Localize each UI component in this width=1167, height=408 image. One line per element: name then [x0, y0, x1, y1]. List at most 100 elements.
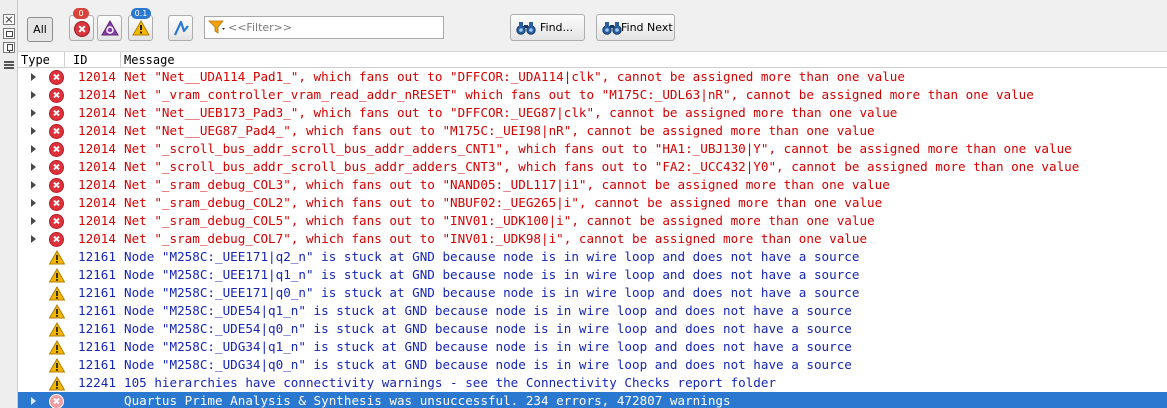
warning-filter-button[interactable]: 0.1	[128, 8, 153, 41]
message-row[interactable]: 12014 Net "_scroll_bus_addr_scroll_bus_ad…	[18, 140, 1167, 158]
expand-arrow-icon[interactable]	[31, 199, 36, 207]
message-id: 12014	[78, 195, 116, 210]
message-row[interactable]: 12161 Node "M258C:_UEE171|q0_n" is stuck …	[18, 284, 1167, 302]
message-text: Net "_sram_debug_COL3", which fans out t…	[124, 177, 890, 192]
close-icon[interactable]	[3, 14, 15, 25]
warning-icon	[49, 304, 65, 319]
error-icon	[49, 214, 64, 229]
expand-arrow-icon[interactable]	[31, 91, 36, 99]
warning-icon	[49, 268, 65, 283]
pin-icon[interactable]	[3, 42, 15, 53]
message-text: Node "M258C:_UEE171|q2_n" is stuck at GN…	[124, 249, 860, 264]
filter-funnel-icon[interactable]	[208, 20, 226, 35]
binoculars-icon	[516, 22, 536, 35]
find-button-label: Find...	[540, 21, 574, 34]
message-id: 12014	[78, 177, 116, 192]
error-icon	[49, 178, 64, 193]
expand-arrow-icon[interactable]	[31, 397, 36, 405]
expand-arrow-icon[interactable]	[31, 217, 36, 225]
expand-arrow-icon[interactable]	[31, 145, 36, 153]
message-row[interactable]: 12014 Net "_vram_controller_vram_read_add…	[18, 86, 1167, 104]
critical-warning-filter-button[interactable]	[97, 15, 122, 41]
message-row[interactable]: 12014 Net "_sram_debug_COL7", which fans …	[18, 230, 1167, 248]
message-id: 12161	[78, 267, 116, 282]
binoculars-icon	[602, 22, 622, 35]
column-header-id[interactable]: ID	[65, 52, 121, 67]
message-row[interactable]: Quartus Prime Analysis & Synthesis was u…	[18, 392, 1167, 408]
warning-icon	[132, 20, 150, 36]
expand-arrow-icon[interactable]	[31, 235, 36, 243]
error-icon	[49, 106, 64, 121]
warning-icon	[49, 286, 65, 301]
filter-field[interactable]	[204, 16, 444, 39]
warning-count-badge: 0.1	[131, 8, 151, 19]
message-row[interactable]: 12014 Net "_sram_debug_COL3", which fans …	[18, 176, 1167, 194]
message-id: 12161	[78, 357, 116, 372]
column-header-message[interactable]: Message	[121, 52, 1167, 67]
error-icon	[49, 88, 64, 103]
error-icon	[49, 70, 64, 85]
message-row[interactable]: 12161 Node "M258C:_UEE171|q1_n" is stuck …	[18, 266, 1167, 284]
float-icon[interactable]	[3, 28, 15, 39]
error-icon	[49, 142, 64, 157]
expand-arrow-icon[interactable]	[31, 127, 36, 135]
message-id: 12014	[78, 141, 116, 156]
messages-toolbar: All 0 0.1 <<Filter>> Find... Find Next	[18, 0, 1167, 52]
warning-icon	[49, 358, 65, 373]
message-text: Net "_sram_debug_COL2", which fans out t…	[124, 195, 883, 210]
all-messages-button[interactable]: All	[27, 17, 53, 42]
message-text: Net "_sram_debug_COL5", which fans out t…	[124, 213, 875, 228]
message-row[interactable]: 12014 Net "_scroll_bus_addr_scroll_bus_ad…	[18, 158, 1167, 176]
message-id: 12014	[78, 159, 116, 174]
critical-warning-icon	[101, 20, 119, 36]
warning-icon	[49, 376, 65, 391]
error-icon	[49, 196, 64, 211]
message-text: Net "_scroll_bus_addr_scroll_bus_addr_ad…	[124, 159, 1080, 174]
message-row[interactable]: 12161 Node "M258C:_UDG34|q0_n" is stuck a…	[18, 356, 1167, 374]
message-text: Quartus Prime Analysis & Synthesis was u…	[124, 393, 731, 408]
table-header: Type ID Message	[18, 52, 1167, 68]
message-row[interactable]: 12014 Net "Net__UEB173_Pad3_", which fans…	[18, 104, 1167, 122]
side-panel-strip	[0, 0, 18, 408]
message-id: 12161	[78, 285, 116, 300]
message-row[interactable]: 12161 Node "M258C:_UDE54|q1_n" is stuck a…	[18, 302, 1167, 320]
message-text: Net "_scroll_bus_addr_scroll_bus_addr_ad…	[124, 141, 1072, 156]
error-icon	[49, 160, 64, 175]
expand-arrow-icon[interactable]	[31, 109, 36, 117]
message-text: Node "M258C:_UDE54|q1_n" is stuck at GND…	[124, 303, 852, 318]
message-id: 12014	[78, 123, 116, 138]
message-id: 12241	[78, 375, 116, 390]
message-row[interactable]: 12161 Node "M258C:_UEE171|q2_n" is stuck …	[18, 248, 1167, 266]
message-row[interactable]: 12241 105 hierarchies have connectivity w…	[18, 374, 1167, 392]
message-id: 12014	[78, 231, 116, 246]
error-icon	[49, 394, 64, 408]
message-row[interactable]: 12014 Net "Net__UDA114_Pad1_", which fans…	[18, 68, 1167, 86]
find-next-button[interactable]: Find Next	[596, 14, 675, 41]
error-icon	[49, 232, 64, 247]
message-row[interactable]: 12014 Net "_sram_debug_COL2", which fans …	[18, 194, 1167, 212]
message-text: Net "Net__UEG87_Pad4_", which fans out t…	[124, 123, 875, 138]
message-id: 12014	[78, 213, 116, 228]
warning-icon	[49, 340, 65, 355]
message-row[interactable]: 12161 Node "M258C:_UDG34|q1_n" is stuck a…	[18, 338, 1167, 356]
column-header-type[interactable]: Type	[18, 52, 65, 67]
message-row[interactable]: 12014 Net "Net__UEG87_Pad4_", which fans …	[18, 122, 1167, 140]
error-count-badge: 0	[73, 8, 89, 19]
message-text: Node "M258C:_UEE171|q1_n" is stuck at GN…	[124, 267, 860, 282]
find-button[interactable]: Find...	[510, 14, 585, 41]
expand-arrow-icon[interactable]	[31, 73, 36, 81]
flow-filter-button[interactable]	[168, 15, 193, 41]
message-text: Node "M258C:_UEE171|q0_n" is stuck at GN…	[124, 285, 860, 300]
message-text: Node "M258C:_UDE54|q0_n" is stuck at GND…	[124, 321, 852, 336]
message-id: 12014	[78, 69, 116, 84]
expand-arrow-icon[interactable]	[31, 181, 36, 189]
menu-icon[interactable]	[4, 61, 14, 70]
message-row[interactable]: 12014 Net "_sram_debug_COL5", which fans …	[18, 212, 1167, 230]
expand-arrow-icon[interactable]	[31, 163, 36, 171]
warning-icon	[49, 250, 65, 265]
filter-input[interactable]	[228, 18, 440, 37]
error-filter-button[interactable]: 0	[69, 8, 94, 41]
flow-icon	[174, 20, 189, 36]
message-row[interactable]: 12161 Node "M258C:_UDE54|q0_n" is stuck a…	[18, 320, 1167, 338]
message-id: 12014	[78, 87, 116, 102]
